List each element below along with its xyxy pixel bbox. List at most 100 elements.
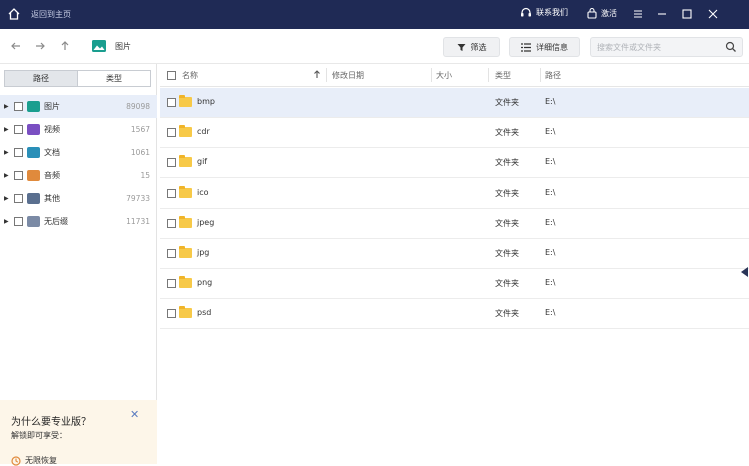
- row-type: 文件夹: [495, 249, 519, 258]
- home-icon[interactable]: [7, 7, 21, 21]
- sidebar-item-checkbox[interactable]: [14, 171, 23, 180]
- row-checkbox[interactable]: [167, 309, 176, 319]
- toolbar: 图片 筛选 详细信息: [0, 29, 749, 64]
- row-type: 文件夹: [495, 309, 519, 319]
- menu-icon[interactable]: [631, 7, 645, 21]
- search-input[interactable]: [597, 41, 721, 54]
- table-row[interactable]: ico 文件夹 E:\: [160, 179, 749, 209]
- row-type: 文件夹: [495, 279, 519, 289]
- folder-icon: [179, 125, 192, 138]
- table-row[interactable]: jpg 文件夹 E:\: [160, 239, 749, 269]
- table-row[interactable]: cdr 文件夹 E:\: [160, 118, 749, 149]
- headset-icon: [521, 7, 531, 17]
- sidebar-item-label: 其他: [44, 194, 60, 203]
- table-row[interactable]: png 文件夹 E:\: [160, 269, 749, 300]
- sidebar-item-count: 1061: [130, 148, 150, 157]
- maximize-icon[interactable]: [680, 7, 694, 21]
- row-checkbox[interactable]: [167, 249, 176, 258]
- expand-caret-icon[interactable]: ▶: [4, 103, 10, 110]
- up-arrow-icon[interactable]: [58, 39, 72, 53]
- sidebar-item-count: 15: [140, 171, 150, 180]
- other-icon: [27, 193, 40, 204]
- row-name: ico: [197, 187, 209, 197]
- row-type: 文件夹: [495, 98, 519, 107]
- table-row[interactable]: gif 文件夹 E:\: [160, 148, 749, 179]
- contact-us-button[interactable]: 联系我们: [520, 7, 568, 18]
- search-box: [590, 37, 743, 57]
- folder-icon: [179, 215, 192, 228]
- title-bar: 返回到主页 联系我们 激活: [0, 0, 749, 29]
- filter-button[interactable]: 筛选: [443, 37, 500, 57]
- select-all-checkbox[interactable]: [167, 71, 176, 80]
- column-header-size[interactable]: 大小: [436, 70, 452, 81]
- sidebar-item[interactable]: ▶ 其他 79733: [0, 187, 157, 210]
- row-type: 文件夹: [495, 188, 519, 198]
- column-header-type[interactable]: 类型: [495, 70, 511, 81]
- folder-icon: [179, 306, 192, 319]
- lock-icon: [587, 7, 597, 19]
- expand-caret-icon[interactable]: ▶: [4, 218, 10, 225]
- row-checkbox[interactable]: [167, 128, 176, 138]
- column-header-name[interactable]: 名称: [182, 70, 198, 81]
- row-checkbox[interactable]: [167, 188, 176, 198]
- video-icon: [27, 124, 40, 135]
- row-checkbox[interactable]: [167, 218, 176, 228]
- expand-caret-icon[interactable]: ▶: [4, 149, 10, 156]
- column-header-modified[interactable]: 修改日期: [332, 70, 364, 81]
- sidebar-item-checkbox[interactable]: [14, 194, 23, 203]
- table-row[interactable]: bmp 文件夹 E:\: [160, 88, 749, 118]
- row-name: gif: [197, 157, 208, 167]
- column-header-path[interactable]: 路径: [545, 70, 561, 81]
- sidebar-item-checkbox[interactable]: [14, 125, 23, 134]
- forward-arrow-icon[interactable]: [33, 39, 47, 53]
- back-arrow-icon[interactable]: [9, 39, 23, 53]
- promo-feature-label: 无限恢复: [25, 456, 57, 465]
- sidebar-item-checkbox[interactable]: [14, 148, 23, 157]
- table-row[interactable]: jpeg 文件夹 E:\: [160, 209, 749, 239]
- filter-icon: [457, 43, 465, 51]
- row-checkbox[interactable]: [167, 279, 176, 289]
- collapse-panel-arrow-icon[interactable]: [741, 267, 748, 277]
- promo-subtitle: 解锁即可享受：: [11, 431, 67, 440]
- row-path: E:\: [545, 157, 556, 167]
- details-label: 详细信息: [536, 42, 568, 52]
- sidebar-item[interactable]: ▶ 音频 15: [0, 164, 157, 187]
- expand-caret-icon[interactable]: ▶: [4, 195, 10, 202]
- minimize-icon[interactable]: [655, 7, 669, 21]
- back-to-home-link[interactable]: 返回到主页: [31, 9, 71, 20]
- row-type: 文件夹: [495, 128, 519, 138]
- sidebar-item-label: 视频: [44, 125, 60, 134]
- tab-type[interactable]: 类型: [77, 71, 150, 86]
- sort-ascending-icon[interactable]: [313, 70, 321, 79]
- table-row[interactable]: psd 文件夹 E:\: [160, 299, 749, 330]
- audio-icon: [27, 170, 40, 181]
- table-header: 名称 修改日期 大小 类型 路径: [160, 64, 749, 87]
- sidebar-item[interactable]: ▶ 文档 1061: [0, 141, 157, 164]
- row-path: E:\: [545, 248, 556, 257]
- sidebar-item-checkbox[interactable]: [14, 217, 23, 226]
- row-checkbox[interactable]: [167, 158, 176, 168]
- expand-caret-icon[interactable]: ▶: [4, 126, 10, 133]
- sidebar: 路径 类型 ▶ 图片 89098 ▶ 视频 1567 ▶ 文档 1061 ▶ 音频 15 ▶ 其他 7973…: [0, 64, 157, 466]
- row-name: png: [197, 278, 213, 288]
- row-checkbox[interactable]: [167, 98, 176, 107]
- activate-button[interactable]: 激活: [587, 7, 617, 19]
- breadcrumb[interactable]: 图片: [115, 41, 131, 52]
- promo-close-icon[interactable]: ✕: [130, 408, 139, 421]
- activate-label: 激活: [601, 8, 617, 18]
- sidebar-item[interactable]: ▶ 视频 1567: [0, 118, 157, 141]
- sidebar-item-checkbox[interactable]: [14, 102, 23, 111]
- expand-caret-icon[interactable]: ▶: [4, 172, 10, 179]
- tab-path[interactable]: 路径: [5, 71, 77, 86]
- close-icon[interactable]: [706, 7, 720, 21]
- sidebar-item-count: 1567: [130, 125, 150, 134]
- details-button[interactable]: 详细信息: [509, 37, 580, 57]
- sidebar-item-count: 79733: [126, 194, 150, 203]
- row-name: psd: [197, 308, 212, 318]
- list-icon: [521, 42, 531, 52]
- sidebar-item[interactable]: ▶ 图片 89098: [0, 95, 157, 118]
- row-type: 文件夹: [495, 218, 519, 228]
- search-icon[interactable]: [725, 41, 737, 53]
- recover-icon: [11, 455, 21, 466]
- sidebar-item[interactable]: ▶ 无后缀 11731: [0, 210, 157, 233]
